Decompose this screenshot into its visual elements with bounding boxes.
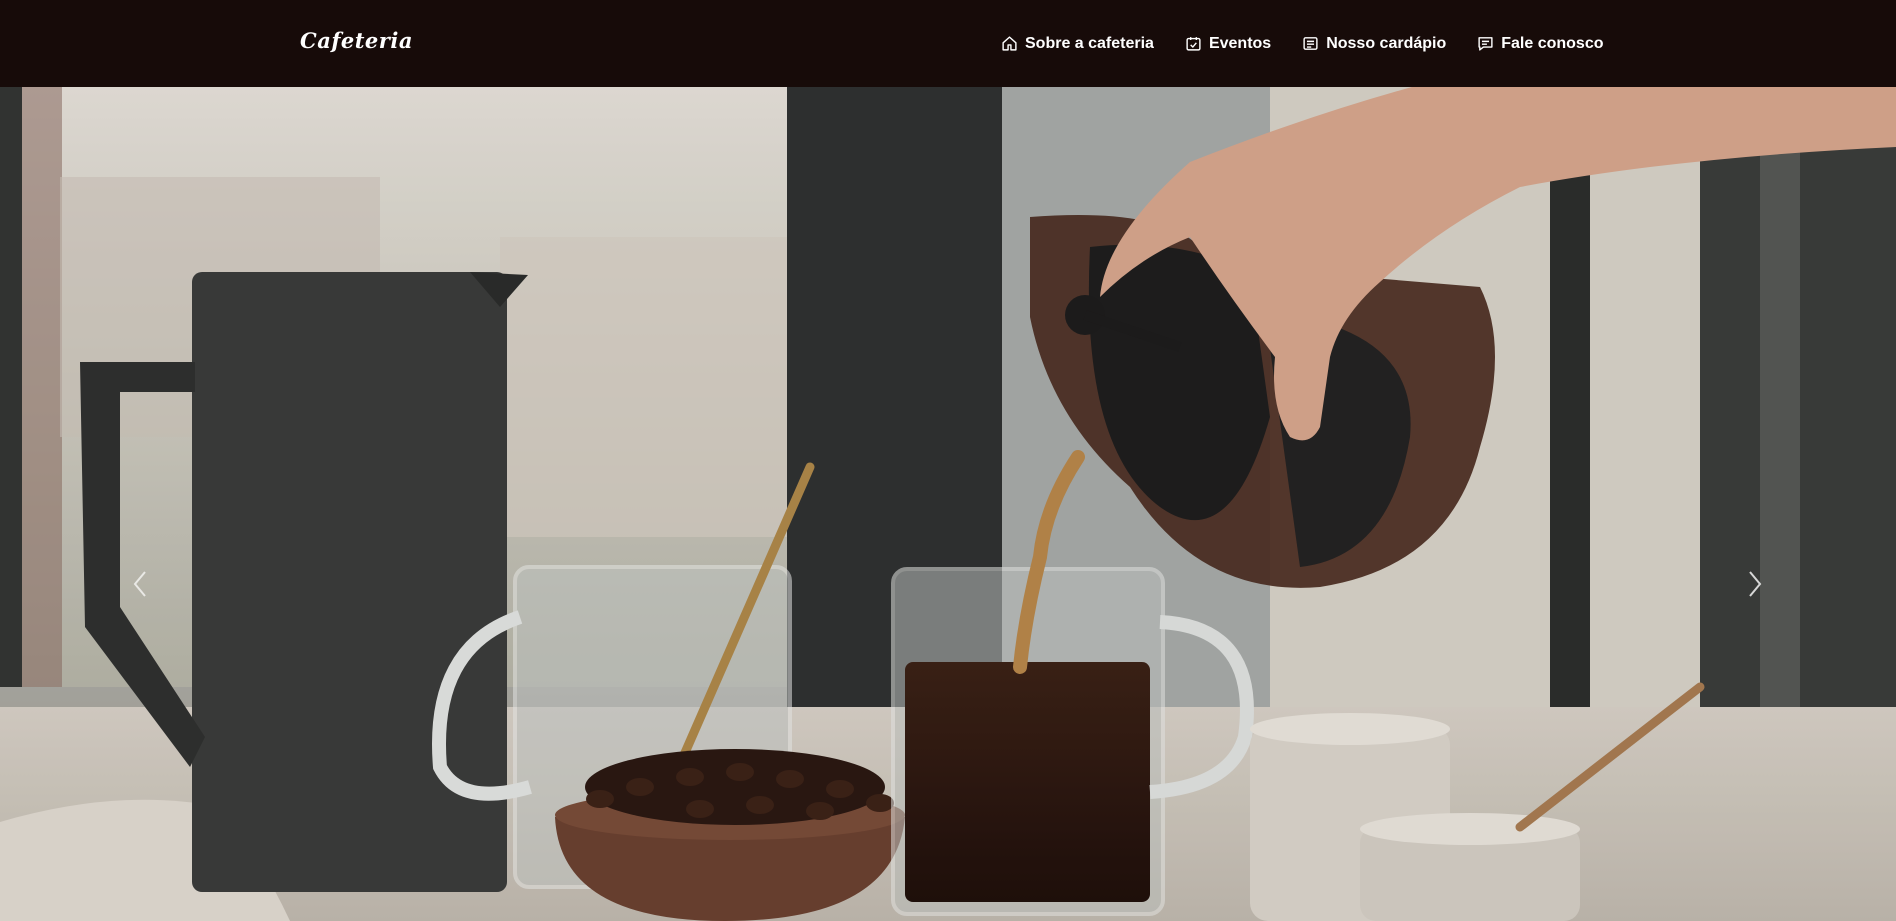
nav-item-cardapio[interactable]: Nosso cardápio — [1302, 35, 1446, 53]
top-navbar: Cafeteria Sobre a cafeteria Eventos Noss… — [0, 0, 1896, 87]
nav-item-label: Nosso cardápio — [1326, 34, 1447, 52]
coffee-pouring-photo — [0, 87, 1896, 921]
brand-logo[interactable]: Cafeteria — [300, 28, 413, 53]
nav-item-label: Fale conosco — [1501, 34, 1604, 52]
carousel-next-button[interactable] — [1735, 564, 1775, 604]
nav-item-eventos[interactable]: Eventos — [1185, 35, 1271, 53]
hero-carousel — [0, 87, 1896, 921]
carousel-prev-button[interactable] — [120, 564, 160, 604]
chat-icon — [1478, 37, 1493, 51]
menu-card-icon — [1303, 37, 1318, 50]
nav-item-sobre[interactable]: Sobre a cafeteria — [1001, 35, 1154, 53]
chevron-left-icon — [133, 571, 146, 597]
home-icon — [1002, 36, 1017, 51]
main-nav: Sobre a cafeteria Eventos Nosso cardápio… — [1001, 0, 1603, 87]
nav-item-label: Eventos — [1208, 34, 1272, 52]
nav-item-contato[interactable]: Fale conosco — [1477, 35, 1603, 53]
chevron-right-icon — [1749, 571, 1762, 597]
nav-item-label: Sobre a cafeteria — [1025, 34, 1154, 52]
calendar-check-icon — [1186, 37, 1201, 51]
